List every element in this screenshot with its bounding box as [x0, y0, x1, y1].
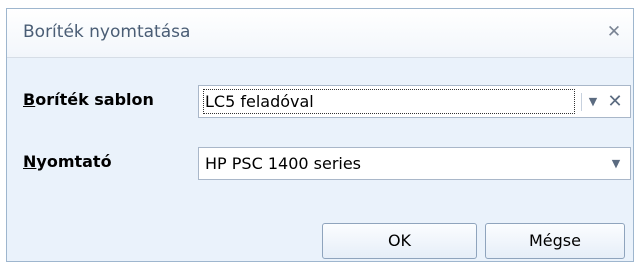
printer-value: HP PSC 1400 series: [205, 154, 362, 173]
printer-label-mnemonic: N: [23, 152, 37, 171]
print-envelope-dialog: Boríték nyomtatása ✕ Boríték sablon LC5 …: [6, 8, 634, 262]
envelope-template-label-mnemonic: B: [23, 90, 36, 109]
chevron-down-icon[interactable]: ▼: [584, 91, 602, 113]
clear-icon[interactable]: ✕: [605, 90, 625, 114]
close-icon[interactable]: ✕: [603, 21, 625, 43]
dialog-title: Boríték nyomtatása: [23, 22, 191, 42]
printer-label: Nyomtató: [23, 152, 112, 171]
separator: [581, 93, 582, 111]
envelope-template-select[interactable]: LC5 feladóval ▼ ✕: [198, 85, 631, 118]
envelope-template-label-text: oríték sablon: [35, 90, 154, 109]
chevron-down-icon[interactable]: ▼: [607, 153, 625, 175]
ok-button[interactable]: OK: [322, 223, 477, 259]
printer-select[interactable]: HP PSC 1400 series ▼: [198, 147, 631, 180]
envelope-template-value: LC5 feladóval: [205, 92, 314, 111]
printer-label-text: yomtató: [36, 152, 112, 171]
cancel-button[interactable]: Mégse: [485, 223, 625, 259]
dialog-titlebar: Boríték nyomtatása ✕: [7, 9, 633, 58]
envelope-template-label: Boríték sablon: [23, 90, 154, 109]
